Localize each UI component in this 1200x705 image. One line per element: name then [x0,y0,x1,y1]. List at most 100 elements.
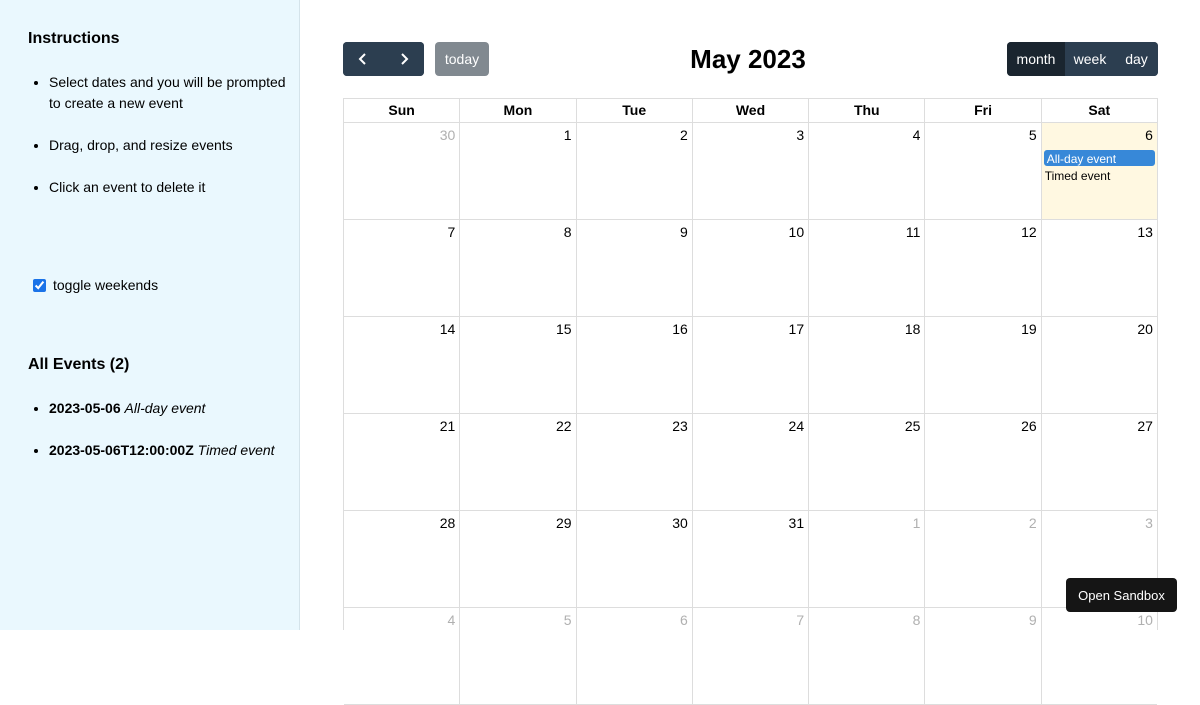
events-list: 2023-05-06 All-day event 2023-05-06T12:0… [28,398,314,482]
day-number: 21 [439,418,456,434]
weekends-label: toggle weekends [53,277,159,293]
today-button[interactable]: today [435,42,489,76]
week-row: 7 8 9 10 11 12 13 [344,220,1157,317]
list-item: 2023-05-06T12:00:00Z Timed event [49,440,314,461]
day-cell[interactable]: 1 [809,511,926,607]
weekday-tue: Tue [577,99,693,122]
day-cell[interactable]: 1 [460,123,577,219]
open-sandbox-button[interactable]: Open Sandbox [1066,578,1177,612]
day-cell[interactable]: 7 [693,608,810,704]
event-date: 2023-05-06 [49,400,121,416]
day-number: 4 [447,612,456,628]
day-number: 24 [788,418,805,434]
day-cell[interactable]: 4 [809,123,926,219]
event-title: All-day event [124,400,206,416]
instruction-item: Drag, drop, and resize events [49,135,299,156]
day-cell[interactable]: 25 [809,414,926,510]
day-cell[interactable]: 28 [344,511,461,607]
day-cell[interactable]: 9 [925,608,1042,704]
day-cell[interactable]: 2 [577,123,693,219]
day-cell[interactable]: 23 [577,414,693,510]
day-number: 10 [1137,612,1153,628]
day-cell[interactable]: 26 [925,414,1042,510]
day-number: 3 [1145,515,1153,531]
day-cell[interactable]: 6 All-day event Timed event [1041,123,1157,219]
day-cell[interactable]: 20 [1042,317,1157,413]
day-number: 2 [1028,515,1037,531]
calendar-title: May 2023 [690,44,806,74]
day-cell[interactable]: 30 [344,123,461,219]
day-cell[interactable]: 3 [693,123,810,219]
day-cell[interactable]: 7 [344,220,461,316]
weekends-toggle[interactable]: toggle weekends [31,277,158,293]
event-date: 2023-05-06T12:00:00Z [49,442,194,458]
weekday-sat: Sat [1088,102,1111,118]
day-number: 27 [1137,418,1153,434]
day-cell[interactable]: 10 [1042,608,1157,704]
day-number: 25 [904,418,921,434]
next-button[interactable] [383,42,424,76]
day-cell[interactable]: 21 [344,414,461,510]
day-cell[interactable]: 9 [577,220,693,316]
day-number: 22 [555,418,572,434]
day-number: 12 [1021,224,1037,240]
day-number: 31 [788,515,805,531]
day-cell[interactable]: 5 [460,608,577,704]
day-cell[interactable]: 17 [693,317,810,413]
day-cell[interactable]: 12 [925,220,1042,316]
day-cell[interactable]: 18 [809,317,926,413]
view-week-button[interactable]: week [1065,42,1115,76]
chevron-right-icon [401,53,409,65]
day-cell[interactable]: 16 [577,317,693,413]
day-cell[interactable]: 13 [1042,220,1157,316]
view-month-button[interactable]: month [1007,42,1065,76]
day-cell[interactable]: 5 [925,123,1042,219]
weekday-wed: Wed [693,99,810,122]
day-cell[interactable]: 8 [460,220,577,316]
day-number: 18 [904,321,921,337]
timed-event[interactable]: Timed event [1045,168,1111,184]
day-cell[interactable]: 10 [693,220,810,316]
day-number: 1 [912,515,921,531]
day-cell[interactable]: 4 [344,608,461,704]
nav-button-group [343,42,424,76]
day-cell[interactable]: 31 [693,511,810,607]
prev-button[interactable] [343,42,384,76]
allday-event[interactable]: All-day event [1043,150,1155,166]
week-row: 21 22 23 24 25 26 27 [344,414,1157,511]
day-cell[interactable]: 24 [693,414,810,510]
weekends-checkbox[interactable] [33,278,46,292]
day-number: 17 [788,321,805,337]
week-row: 28 29 30 31 1 2 3 [344,511,1157,608]
day-number: 4 [912,127,921,143]
day-number: 13 [1137,224,1153,240]
day-cell[interactable]: 22 [460,414,577,510]
day-cell[interactable]: 11 [809,220,926,316]
month-grid: Sun Mon Tue Wed Thu Fri Sat 30 1 2 3 4 5 6 All-… [343,98,1158,705]
view-switcher: month week day [1007,42,1158,76]
chevron-left-icon [358,53,366,65]
day-number: 8 [563,224,572,240]
day-cell[interactable]: 29 [460,511,577,607]
day-number: 7 [796,612,805,628]
day-cell[interactable]: 27 [1042,414,1157,510]
week-row: 30 1 2 3 4 5 6 All-day event Timed event [344,123,1157,220]
day-number: 6 [1145,127,1153,143]
instruction-item: Select dates and you will be prompted to… [49,72,299,114]
day-cell[interactable]: 30 [577,511,693,607]
day-number: 30 [439,127,456,143]
day-number: 2 [680,127,688,143]
day-cell[interactable]: 15 [460,317,577,413]
day-cell[interactable]: 8 [809,608,926,704]
view-day-button[interactable]: day [1115,42,1158,76]
day-cell[interactable]: 19 [925,317,1042,413]
weekday-sun: Sun [344,99,461,122]
day-number: 16 [672,321,688,337]
day-cell[interactable]: 6 [577,608,693,704]
calendar-main: today May 2023 month week day Sun Mon Tu… [301,0,1200,705]
day-number: 8 [912,612,921,628]
day-number: 20 [1137,321,1153,337]
day-cell[interactable]: 2 [925,511,1042,607]
weekday-mon: Mon [460,99,577,122]
day-cell[interactable]: 14 [344,317,461,413]
